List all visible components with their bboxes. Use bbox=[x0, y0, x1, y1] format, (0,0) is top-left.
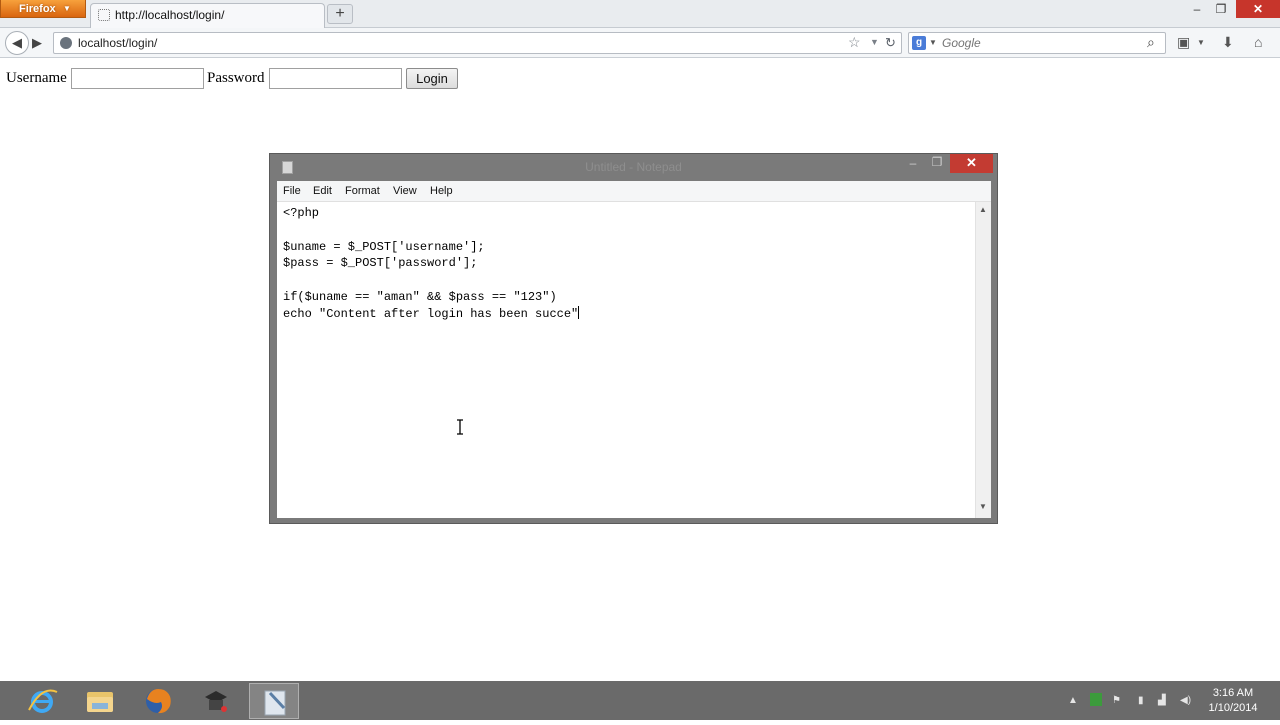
clock-date: 1/10/2014 bbox=[1208, 702, 1258, 714]
window-minimize-button[interactable]: – bbox=[1186, 0, 1208, 18]
plus-icon: + bbox=[335, 5, 345, 22]
notepad-maximize-button[interactable]: ❐ bbox=[928, 155, 946, 169]
arrow-right-icon: ▶ bbox=[32, 35, 42, 50]
search-input[interactable] bbox=[942, 33, 1142, 53]
scroll-down-icon[interactable]: ▼ bbox=[979, 502, 987, 511]
window-close-button[interactable]: ✕ bbox=[1236, 0, 1280, 18]
taskbar: ▲ ⚑ ▮ ▟ ◀) 3:16 AM 1/10/2014 bbox=[0, 681, 1280, 720]
taskbar-app[interactable] bbox=[191, 683, 241, 719]
taskbar-notepad[interactable] bbox=[249, 683, 299, 719]
notepad-text-area[interactable]: <?php $uname = $_POST['username']; $pass… bbox=[277, 202, 975, 518]
tray-app-icon[interactable] bbox=[1090, 693, 1102, 706]
globe-icon bbox=[60, 37, 72, 49]
bookmarks-dropdown-icon[interactable]: ▼ bbox=[1197, 38, 1205, 47]
google-engine-icon[interactable]: g bbox=[912, 36, 926, 50]
notepad-scrollbar[interactable]: ▲ ▼ bbox=[975, 202, 991, 518]
password-label: Password bbox=[207, 70, 265, 86]
page-favicon-icon bbox=[98, 9, 110, 21]
notepad-title: Untitled - Notepad bbox=[585, 160, 682, 174]
taskbar-internet-explorer[interactable] bbox=[17, 683, 67, 719]
menu-help[interactable]: Help bbox=[430, 185, 453, 197]
forward-button[interactable]: ▶ bbox=[32, 35, 42, 51]
notepad-close-button[interactable]: ✕ bbox=[950, 154, 993, 173]
maximize-icon: ❐ bbox=[1215, 2, 1227, 16]
code-text: <?php $uname = $_POST['username']; $pass… bbox=[283, 205, 580, 323]
notepad-title-bar[interactable]: Untitled - Notepad – ❐ ✕ bbox=[270, 154, 997, 181]
username-input[interactable] bbox=[71, 68, 204, 89]
taskbar-file-explorer[interactable] bbox=[75, 683, 125, 719]
menu-view[interactable]: View bbox=[393, 185, 417, 197]
password-input[interactable] bbox=[269, 68, 402, 89]
notepad-minimize-button[interactable]: – bbox=[904, 156, 922, 170]
new-tab-button[interactable]: + bbox=[327, 4, 353, 24]
firefox-menu-button[interactable]: Firefox ▼ bbox=[0, 0, 86, 18]
taskbar-firefox[interactable] bbox=[133, 683, 183, 719]
scroll-up-icon[interactable]: ▲ bbox=[979, 205, 987, 214]
bookmark-star-icon[interactable]: ☆ bbox=[848, 34, 861, 51]
downloads-icon[interactable]: ⬇ bbox=[1222, 34, 1234, 51]
tab-title: http://localhost/login/ bbox=[115, 8, 225, 22]
folder-icon bbox=[87, 692, 113, 712]
engine-dropdown-icon[interactable]: ▼ bbox=[929, 38, 937, 47]
volume-icon[interactable]: ◀) bbox=[1180, 695, 1191, 706]
close-icon: ✕ bbox=[1252, 2, 1264, 16]
firefox-icon bbox=[146, 689, 171, 714]
network-icon[interactable]: ▟ bbox=[1158, 695, 1166, 706]
bookmarks-icon[interactable]: ▣ bbox=[1177, 34, 1190, 51]
url-input[interactable] bbox=[78, 33, 838, 53]
search-bar[interactable]: g ▼ ⌕ bbox=[908, 32, 1166, 54]
search-icon[interactable]: ⌕ bbox=[1147, 34, 1155, 51]
notepad-icon bbox=[264, 690, 286, 716]
arrow-left-icon: ◀ bbox=[12, 35, 22, 50]
notepad-window: Untitled - Notepad – ❐ ✕ File Edit Forma… bbox=[269, 153, 998, 524]
clock-time: 3:16 AM bbox=[1212, 687, 1254, 699]
text-cursor bbox=[578, 305, 580, 319]
minimize-icon: – bbox=[1193, 2, 1201, 16]
browser-tab-strip: Firefox ▼ http://localhost/login/ + – ❐ … bbox=[0, 0, 1280, 28]
app-icon bbox=[205, 691, 227, 712]
back-button[interactable]: ◀ bbox=[5, 31, 29, 55]
action-center-icon[interactable]: ⚑ bbox=[1112, 695, 1121, 706]
window-maximize-button[interactable]: ❐ bbox=[1210, 0, 1232, 18]
username-label: Username bbox=[6, 70, 67, 86]
show-hidden-icons-icon[interactable]: ▲ bbox=[1068, 695, 1078, 706]
reload-icon[interactable]: ↻ bbox=[885, 35, 896, 51]
system-clock[interactable]: 3:16 AM 1/10/2014 bbox=[1200, 686, 1266, 716]
menu-edit[interactable]: Edit bbox=[313, 185, 332, 197]
firefox-menu-label: Firefox bbox=[19, 3, 56, 15]
menu-format[interactable]: Format bbox=[345, 185, 380, 197]
login-button[interactable]: Login bbox=[406, 68, 458, 89]
code-content: <?php $uname = $_POST['username']; $pass… bbox=[283, 206, 579, 321]
battery-icon[interactable]: ▮ bbox=[1138, 695, 1144, 706]
internet-explorer-icon bbox=[28, 689, 58, 713]
home-icon[interactable]: ⌂ bbox=[1254, 34, 1262, 50]
ibeam-cursor-icon bbox=[457, 419, 463, 435]
browser-navigation-bar: ◀ ▶ ☆ ▼ ↻ g ▼ ⌕ ▣ ▼ ⬇ ⌂ bbox=[0, 28, 1280, 58]
menu-file[interactable]: File bbox=[283, 185, 301, 197]
history-dropdown-icon[interactable]: ▼ bbox=[870, 37, 879, 47]
address-bar[interactable]: ☆ ▼ ↻ bbox=[53, 32, 902, 54]
chevron-down-icon: ▼ bbox=[63, 4, 71, 13]
notepad-menu-bar: File Edit Format View Help bbox=[277, 181, 991, 202]
browser-tab-active[interactable]: http://localhost/login/ bbox=[90, 3, 325, 28]
